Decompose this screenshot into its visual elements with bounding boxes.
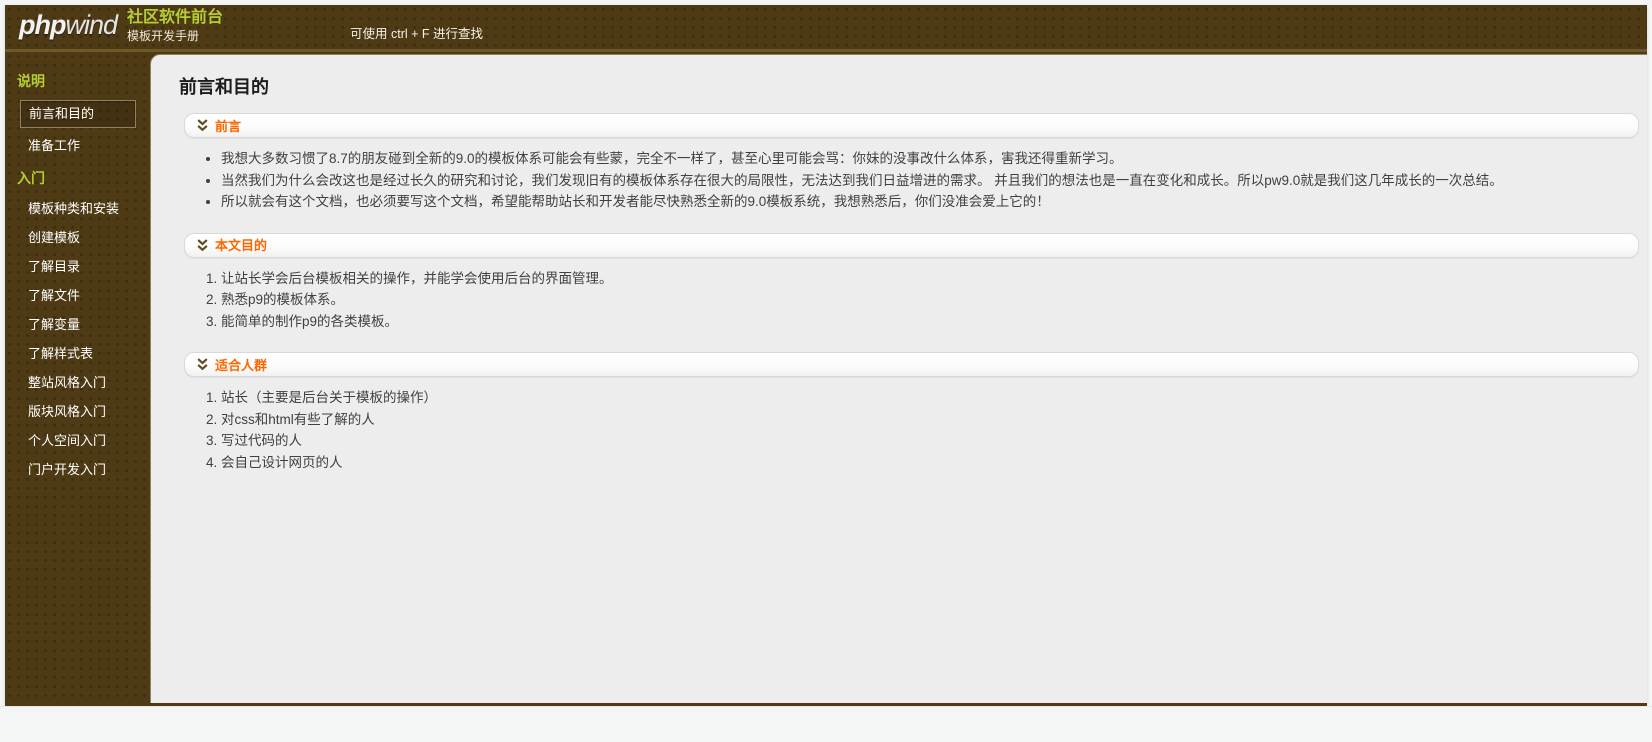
sidebar-item[interactable]: 整站风格入门 <box>5 369 150 397</box>
list-item: 所以就会有这个文档，也必须要写这个文档，希望能帮助站长和开发者能尽快熟悉全新的9… <box>221 191 1639 213</box>
section-list: 我想大多数习惯了8.7的朋友碰到全新的9.0的模板体系可能会有些蒙，完全不一样了… <box>179 148 1639 213</box>
section-header-bar[interactable]: 适合人群 <box>184 352 1639 377</box>
section-header-bar[interactable]: 本文目的 <box>184 232 1639 258</box>
sidebar-item[interactable]: 了解目录 <box>5 253 150 281</box>
app-header: phpwind 社区软件前台 模板开发手册 可使用 ctrl + F 进行查找 <box>5 5 1647 52</box>
phpwind-logo: phpwind <box>5 10 127 45</box>
sidebar-item[interactable]: 模板种类和安装 <box>5 195 150 223</box>
sidebar-item[interactable]: 了解变量 <box>5 311 150 339</box>
chevron-double-down-icon <box>197 119 208 132</box>
logo-text-php: php <box>19 9 66 40</box>
section-list: 让站长学会后台模板相关的操作，并能学会使用后台的界面管理。熟悉p9的模板体系。能… <box>179 268 1639 333</box>
list-item: 我想大多数习惯了8.7的朋友碰到全新的9.0的模板体系可能会有些蒙，完全不一样了… <box>221 148 1639 170</box>
list-item: 能简单的制作p9的各类模板。 <box>221 311 1639 333</box>
search-hint-text: 可使用 ctrl + F 进行查找 <box>350 27 483 41</box>
list-item: 当然我们为什么会改这也是经过长久的研究和讨论，我们发现旧有的模板体系存在很大的局… <box>221 170 1639 192</box>
sidebar-group-heading: 入门 <box>17 170 45 186</box>
header-title-block: 社区软件前台 模板开发手册 <box>127 8 223 46</box>
sidebar-item[interactable]: 了解样式表 <box>5 340 150 368</box>
sidebar-item[interactable]: 个人空间入门 <box>5 427 150 455</box>
content-panel: 前言和目的 前言我想大多数习惯了8.7的朋友碰到全新的9.0的模板体系可能会有些… <box>150 54 1647 703</box>
page-title: 前言和目的 <box>179 77 269 97</box>
section-list: 站长（主要是后台关于模板的操作）对css和html有些了解的人写过代码的人会自己… <box>179 387 1639 473</box>
sidebar-item[interactable]: 门户开发入门 <box>5 456 150 484</box>
list-item: 站长（主要是后台关于模板的操作） <box>221 387 1639 409</box>
sidebar-group-heading: 说明 <box>17 73 45 89</box>
list-item: 写过代码的人 <box>221 430 1639 452</box>
app-body: 说明 前言和目的 准备工作 入门 模板种类和安装 创建模板 了解目录 了解文件 了解变量 了解样式… <box>5 52 1647 703</box>
sidebar-item[interactable]: 创建模板 <box>5 224 150 252</box>
section-header-bar[interactable]: 前言 <box>184 113 1639 138</box>
list-item: 对css和html有些了解的人 <box>221 409 1639 431</box>
page-container: phpwind 社区软件前台 模板开发手册 可使用 ctrl + F 进行查找 … <box>5 5 1647 706</box>
site-title: 社区软件前台 <box>127 9 224 26</box>
sidebar: 说明前言和目的准备工作入门模板种类和安装 创建模板 了解目录 了解文件 了解变量 了解样式… <box>5 52 150 703</box>
chevron-double-down-icon <box>197 238 208 252</box>
section-title: 适合人群 <box>215 357 268 373</box>
list-item: 熟悉p9的模板体系。 <box>221 289 1639 311</box>
sections-container: 前言我想大多数习惯了8.7的朋友碰到全新的9.0的模板体系可能会有些蒙，完全不一… <box>179 113 1639 473</box>
sidebar-item[interactable]: 版块风格入门 <box>5 398 150 426</box>
chevron-double-down-icon <box>197 358 208 371</box>
logo-text-wind: wind <box>65 9 118 40</box>
sidebar-item[interactable]: 了解文件 <box>5 282 150 310</box>
site-subtitle: 模板开发手册 <box>127 29 200 43</box>
page-footer-strip <box>0 706 1652 742</box>
section-title: 本文目的 <box>215 238 268 253</box>
sidebar-item-selected[interactable]: 前言和目的 <box>20 100 136 128</box>
section-title: 前言 <box>215 118 242 134</box>
list-item: 让站长学会后台模板相关的操作，并能学会使用后台的界面管理。 <box>221 268 1639 290</box>
list-item: 会自己设计网页的人 <box>221 452 1639 474</box>
sidebar-item[interactable]: 准备工作 <box>5 132 150 160</box>
